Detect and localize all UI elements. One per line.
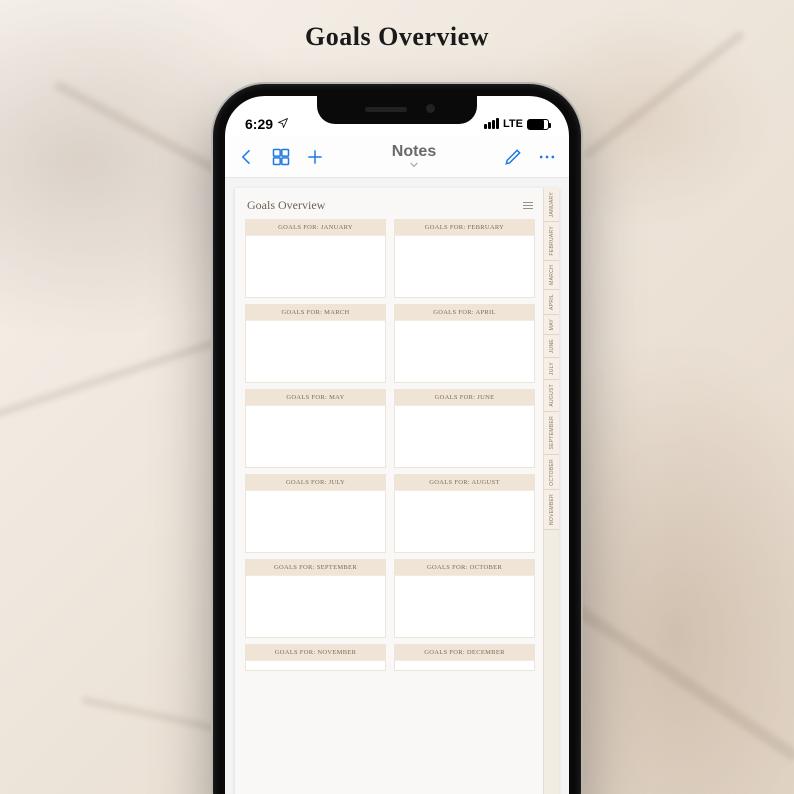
goal-card-header: GOALS FOR: MARCH (246, 305, 385, 320)
side-tab-november[interactable]: NOVEMBER (544, 490, 559, 530)
side-tab-april[interactable]: APRIL (544, 290, 559, 315)
planner-page: Goals Overview GOALS FOR: JANUARY GOALS F… (235, 188, 559, 794)
side-tab-label: FEBRUARY (549, 226, 555, 256)
app-toolbar: Notes (225, 136, 569, 178)
goal-card-april[interactable]: GOALS FOR: APRIL (394, 304, 535, 383)
goal-card-body[interactable] (395, 405, 534, 467)
side-tab-label: MARCH (549, 265, 555, 285)
grid-view-button[interactable] (269, 145, 293, 169)
side-tab-label: JANUARY (549, 192, 555, 217)
battery-icon (527, 119, 549, 130)
side-tab-july[interactable]: JULY (544, 358, 559, 380)
goal-card-body[interactable] (246, 575, 385, 637)
goal-card-march[interactable]: GOALS FOR: MARCH (245, 304, 386, 383)
goal-card-january[interactable]: GOALS FOR: JANUARY (245, 219, 386, 298)
chevron-down-icon[interactable] (410, 162, 418, 170)
document-heading: Goals Overview (247, 198, 325, 213)
side-tab-january[interactable]: JANUARY (544, 188, 559, 222)
goal-card-december[interactable]: GOALS FOR: DECEMBER (394, 644, 535, 671)
goal-card-may[interactable]: GOALS FOR: MAY (245, 389, 386, 468)
side-tab-march[interactable]: MARCH (544, 261, 559, 290)
signal-icon (483, 116, 499, 132)
goal-card-header: GOALS FOR: DECEMBER (395, 645, 534, 660)
goal-card-october[interactable]: GOALS FOR: OCTOBER (394, 559, 535, 638)
goal-card-body[interactable] (395, 235, 534, 297)
menu-icon[interactable] (523, 202, 533, 209)
side-tab-label: JUNE (549, 339, 555, 353)
edit-pen-button[interactable] (501, 145, 525, 169)
phone-screen: 6:29 LTE (225, 96, 569, 794)
goal-card-november[interactable]: GOALS FOR: NOVEMBER (245, 644, 386, 671)
add-button[interactable] (303, 145, 327, 169)
phone-frame: 6:29 LTE (213, 84, 581, 794)
network-label: LTE (503, 118, 523, 130)
goal-card-body[interactable] (395, 660, 534, 670)
goal-card-header: GOALS FOR: FEBRUARY (395, 220, 534, 235)
goal-card-header: GOALS FOR: JUNE (395, 390, 534, 405)
goal-card-body[interactable] (246, 660, 385, 670)
goal-card-header: GOALS FOR: SEPTEMBER (246, 560, 385, 575)
side-tab-june[interactable]: JUNE (544, 335, 559, 358)
goal-card-july[interactable]: GOALS FOR: JULY (245, 474, 386, 553)
goal-card-header: GOALS FOR: APRIL (395, 305, 534, 320)
goal-card-header: GOALS FOR: OCTOBER (395, 560, 534, 575)
goal-card-body[interactable] (395, 490, 534, 552)
side-tab-october[interactable]: OCTOBER (544, 455, 559, 491)
side-tab-may[interactable]: MAY (544, 315, 559, 335)
document-viewport[interactable]: Goals Overview GOALS FOR: JANUARY GOALS F… (225, 178, 569, 794)
side-tab-february[interactable]: FEBRUARY (544, 222, 559, 261)
goal-card-header: GOALS FOR: AUGUST (395, 475, 534, 490)
goal-card-body[interactable] (246, 405, 385, 467)
goal-card-august[interactable]: GOALS FOR: AUGUST (394, 474, 535, 553)
phone-notch (317, 96, 477, 124)
goal-card-february[interactable]: GOALS FOR: FEBRUARY (394, 219, 535, 298)
side-tab-label: MAY (549, 319, 555, 330)
side-tab-label: NOVEMBER (549, 494, 555, 525)
goal-card-body[interactable] (395, 320, 534, 382)
side-tab-strip: JANUARY FEBRUARY MARCH APRIL MAY JUNE JULY AUGU… (543, 188, 559, 794)
side-tab-label: SEPTEMBER (549, 416, 555, 450)
back-button[interactable] (235, 145, 259, 169)
side-tab-label: APRIL (549, 294, 555, 310)
goal-card-body[interactable] (246, 320, 385, 382)
more-button[interactable] (535, 145, 559, 169)
side-tab-label: JULY (549, 362, 555, 375)
status-time: 6:29 (245, 116, 273, 132)
goal-card-header: GOALS FOR: NOVEMBER (246, 645, 385, 660)
side-tab-label: AUGUST (549, 384, 555, 407)
app-title[interactable]: Notes (392, 144, 436, 160)
location-arrow-icon (277, 116, 289, 132)
goal-card-header: GOALS FOR: MAY (246, 390, 385, 405)
goal-card-header: GOALS FOR: JULY (246, 475, 385, 490)
page-title: Goals Overview (0, 22, 794, 52)
side-tab-september[interactable]: SEPTEMBER (544, 412, 559, 455)
goal-card-june[interactable]: GOALS FOR: JUNE (394, 389, 535, 468)
goal-card-body[interactable] (395, 575, 534, 637)
goal-card-header: GOALS FOR: JANUARY (246, 220, 385, 235)
goal-card-body[interactable] (246, 235, 385, 297)
side-tab-label: OCTOBER (549, 459, 555, 486)
goal-card-september[interactable]: GOALS FOR: SEPTEMBER (245, 559, 386, 638)
side-tab-august[interactable]: AUGUST (544, 380, 559, 412)
goal-card-body[interactable] (246, 490, 385, 552)
